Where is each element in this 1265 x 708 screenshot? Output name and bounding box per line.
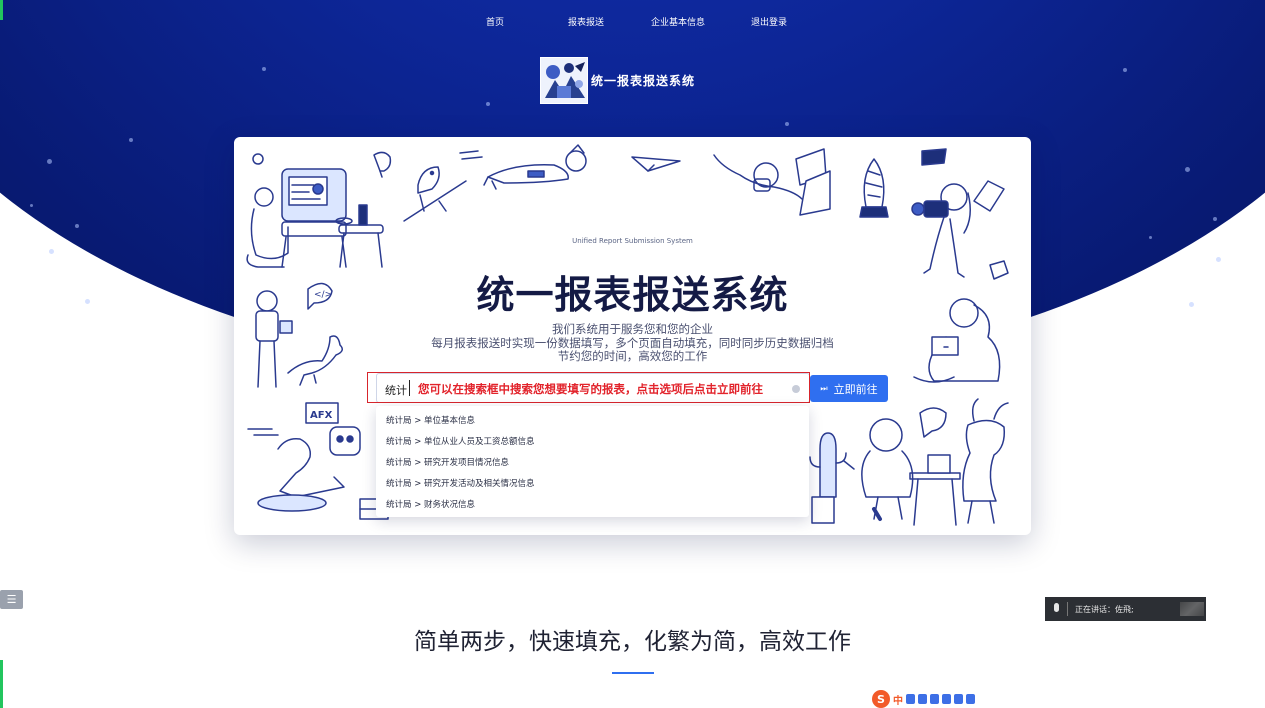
description-line: 节约您的时间，高效您的工作 [557,349,708,363]
section-title: 简单两步，快速填充，化繁为简，高效工作 [414,629,851,655]
star-decoration [262,67,266,71]
star-decoration [1185,167,1190,172]
nav-item-home[interactable]: 首页 [486,15,504,28]
microphone-icon[interactable] [918,694,927,704]
suggestion-item[interactable]: 统计局 > 财务状况信息 [386,498,475,510]
logo-text: 统一报表报送系统 [591,74,696,88]
divider [1067,602,1068,616]
voice-status-text: 正在讲话：佐飛; [1075,605,1134,614]
star-decoration [49,249,54,254]
star-decoration [1216,257,1221,262]
toolbox-icon[interactable] [954,694,963,704]
skin-icon[interactable] [942,694,951,704]
microphone-icon [1054,603,1059,612]
star-decoration [1149,236,1152,239]
page-title: 统一报表报送系统 [476,273,789,317]
suggestion-item[interactable]: 统计局 > 研究开发活动及相关情况信息 [386,477,535,489]
search-hint-highlight: 您可以在搜索框中搜索您想要填写的报表，点击选项后点击立即前往 [367,372,810,403]
star-decoration [1189,302,1194,307]
go-now-button[interactable]: ⏭ 立即前往 [810,375,888,402]
site-logo[interactable]: 统一报表报送系统 [540,57,695,104]
list-menu-icon[interactable]: ☰ [0,590,23,609]
star-decoration [47,159,52,164]
description-line: 我们系统用于服务您和您的企业 [552,322,713,336]
settings-icon[interactable] [966,694,975,704]
nav-item-logout[interactable]: 退出登录 [751,15,787,28]
star-decoration [1213,217,1217,221]
star-decoration [75,224,79,228]
top-nav: 首页 报表报送 企业基本信息 退出登录 [0,15,1265,29]
star-decoration [486,102,490,106]
subtitle-english: Unified Report Submission System [572,237,693,245]
waveform-icon [1180,602,1204,616]
star-decoration [785,122,789,126]
clear-icon[interactable] [792,385,800,393]
keyboard-icon[interactable] [930,694,939,704]
star-decoration [85,299,90,304]
search-suggestions: 统计局 > 单位基本信息 统计局 > 单位从业人员及工资总额信息 统计局 > 研… [376,406,809,517]
hero-card: </> AFX Unified Report Submission System… [234,137,1031,535]
left-edge-indicator [0,0,3,20]
left-edge-indicator [0,660,3,708]
fast-forward-icon: ⏭ [820,383,828,393]
star-decoration [1123,68,1127,72]
ime-language[interactable]: 中 [893,692,903,707]
star-decoration [129,138,133,142]
sogou-logo-icon[interactable]: S [872,690,890,708]
logo-emblem-icon [540,57,588,104]
section-divider [612,672,654,674]
punctuation-icon[interactable] [906,694,915,704]
suggestion-item[interactable]: 统计局 > 单位从业人员及工资总额信息 [386,435,535,447]
star-decoration [30,204,33,207]
ime-toolbar[interactable]: S 中 [872,690,975,708]
go-now-label: 立即前往 [833,382,878,396]
voice-status-bar[interactable]: 正在讲话：佐飛; [1045,597,1206,621]
nav-item-company-info[interactable]: 企业基本信息 [651,15,705,28]
suggestion-item[interactable]: 统计局 > 单位基本信息 [386,414,475,426]
search-hint-text: 您可以在搜索框中搜索您想要填写的报表，点击选项后点击立即前往 [418,382,763,396]
suggestion-item[interactable]: 统计局 > 研究开发项目情况信息 [386,456,509,468]
svg-text:AFX: AFX [310,410,333,421]
nav-item-report-submit[interactable]: 报表报送 [568,15,604,28]
